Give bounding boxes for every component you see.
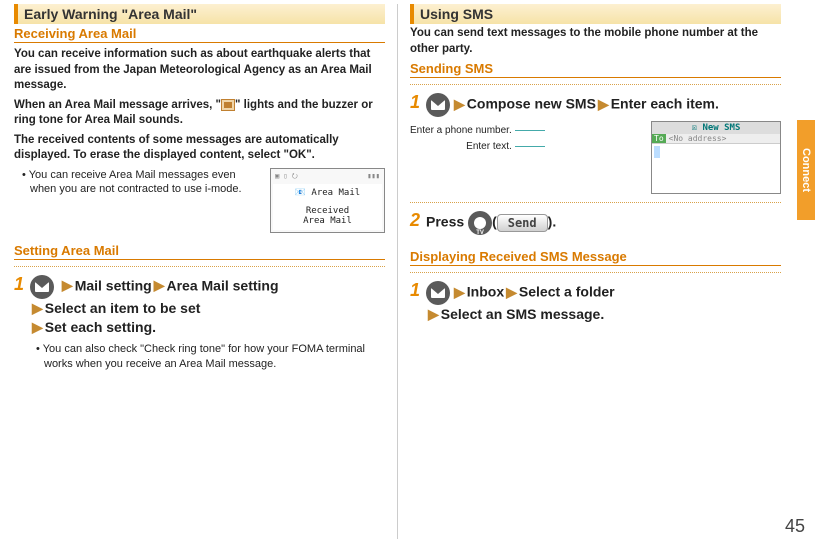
nav-inbox: Inbox xyxy=(467,284,504,300)
arrow-icon: ▶ xyxy=(506,284,517,300)
area-mail-screenshot: ▣ ▯ ⭮▮▮▮ 📧 Area Mail Received Area Mail xyxy=(270,168,385,233)
compose-step-body: ▶Compose new SMS▶Enter each item. xyxy=(426,93,781,117)
sms-intro-text: You can send text messages to the mobile… xyxy=(410,26,781,57)
mail-icon[interactable] xyxy=(426,281,450,305)
divider xyxy=(410,84,781,85)
nav-area-mail-setting: Area Mail setting xyxy=(166,277,278,293)
camera-tv-button-icon[interactable] xyxy=(468,211,492,235)
heading-displaying-received-sms: Displaying Received SMS Message xyxy=(410,249,781,266)
sms-screen-title: New SMS xyxy=(702,123,740,133)
nav-enter-each-item: Enter each item. xyxy=(611,96,719,112)
heading-sending-sms: Sending SMS xyxy=(410,61,781,78)
nav-compose-sms: Compose new SMS xyxy=(467,96,596,112)
arrow-icon: ▶ xyxy=(428,306,439,322)
nav-select-item: Select an item to be set xyxy=(45,300,201,316)
page-number: 45 xyxy=(785,516,805,537)
divider xyxy=(14,266,385,267)
sms-text-field[interactable] xyxy=(652,143,780,193)
receiving-text-2: When an Area Mail message arrives, "" li… xyxy=(14,98,385,129)
arrow-icon: ▶ xyxy=(598,96,609,112)
arrow-icon: ▶ xyxy=(454,96,465,112)
send-softkey: Send xyxy=(497,214,548,233)
annotation-phone-number: Enter a phone number. xyxy=(410,125,512,136)
nav-set-each: Set each setting. xyxy=(45,319,156,335)
receiving-text-2a: When an Area Mail message arrives, " xyxy=(14,99,221,111)
annotation-enter-text: Enter text. xyxy=(466,141,512,152)
divider xyxy=(410,202,781,203)
arrow-icon: ▶ xyxy=(32,319,43,335)
send-step-body: Press (Send). xyxy=(426,211,781,235)
screenshot-body: Received Area Mail xyxy=(273,206,382,226)
step-number-1-display: 1 xyxy=(410,281,420,299)
setting-step-body: ▶Mail setting▶Area Mail setting ▶Select … xyxy=(30,275,385,338)
arrow-icon: ▶ xyxy=(154,277,165,293)
receiving-text-3: The received contents of some messages a… xyxy=(14,133,385,164)
arrow-icon: ▶ xyxy=(62,277,73,293)
nav-mail-setting: Mail setting xyxy=(75,277,152,293)
screenshot-title: Area Mail xyxy=(311,188,360,198)
setting-note-bullet: You can also check "Check ring tone" for… xyxy=(14,342,385,372)
sms-to-field[interactable]: <No address> xyxy=(669,134,727,143)
heading-receiving-area-mail: Receiving Area Mail xyxy=(14,26,385,43)
section-early-warning: Early Warning "Area Mail" xyxy=(14,4,385,24)
step2-end: . xyxy=(552,214,556,230)
display-step-body: ▶Inbox▶Select a folder ▶Select an SMS me… xyxy=(426,281,781,325)
nav-select-sms-message: Select an SMS message. xyxy=(441,306,604,322)
side-tab-connect: Connect xyxy=(797,120,815,220)
area-mail-notification-icon xyxy=(221,99,235,111)
mail-icon[interactable] xyxy=(426,93,450,117)
nav-select-folder: Select a folder xyxy=(519,284,615,300)
divider xyxy=(410,272,781,273)
mail-icon[interactable] xyxy=(30,275,54,299)
step-number-2-sms: 2 xyxy=(410,211,420,229)
section-using-sms: Using SMS xyxy=(410,4,781,24)
sms-to-label: To xyxy=(652,134,666,143)
new-sms-screenshot: ☒ New SMS To <No address> xyxy=(651,121,781,194)
step-number-1-sms: 1 xyxy=(410,93,420,111)
press-label: Press xyxy=(426,214,468,230)
step-number-1: 1 xyxy=(14,275,24,293)
arrow-icon: ▶ xyxy=(32,300,43,316)
heading-setting-area-mail: Setting Area Mail xyxy=(14,243,385,260)
arrow-icon: ▶ xyxy=(454,284,465,300)
receiving-text-1: You can receive information such as abou… xyxy=(14,47,385,94)
